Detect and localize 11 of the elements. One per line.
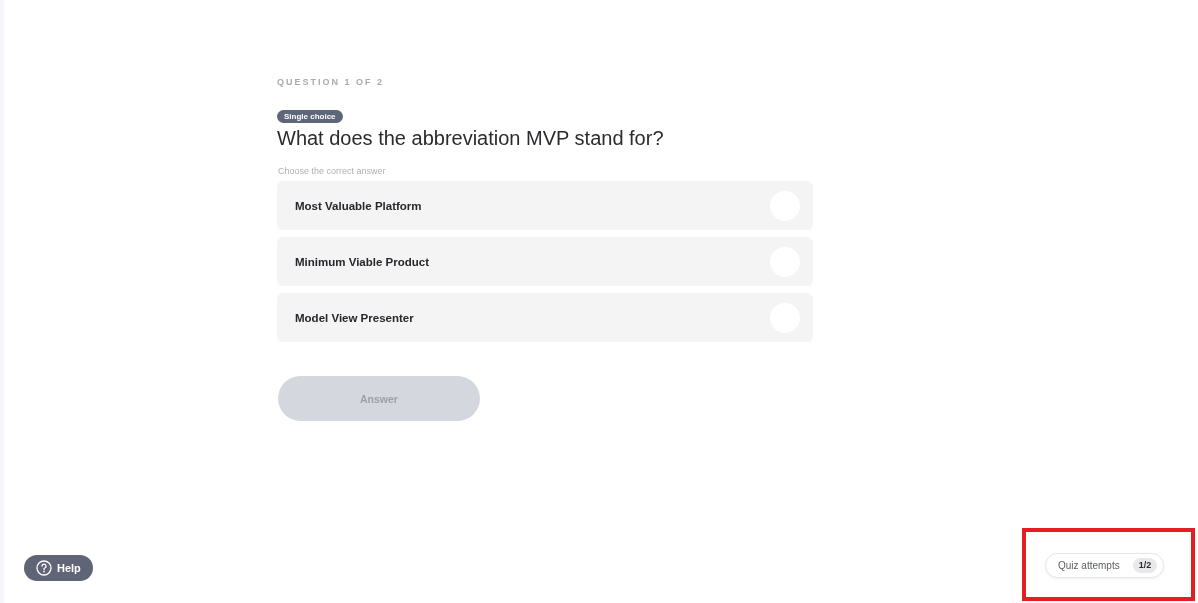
- help-button[interactable]: Help: [24, 555, 93, 581]
- answer-option[interactable]: Model View Presenter: [277, 293, 813, 342]
- answer-option[interactable]: Most Valuable Platform: [277, 181, 813, 230]
- answer-option[interactable]: Minimum Viable Product: [277, 237, 813, 286]
- instruction-text: Choose the correct answer: [277, 165, 387, 177]
- attempts-count-badge: 1/2: [1132, 558, 1158, 573]
- question-type-tag: Single choice: [277, 110, 343, 123]
- question-title: What does the abbreviation MVP stand for?: [277, 126, 665, 151]
- question-counter: QUESTION 1 OF 2: [277, 76, 385, 88]
- help-icon: [36, 560, 52, 576]
- quiz-attempts-button[interactable]: Quiz attempts 1/2: [1045, 553, 1165, 578]
